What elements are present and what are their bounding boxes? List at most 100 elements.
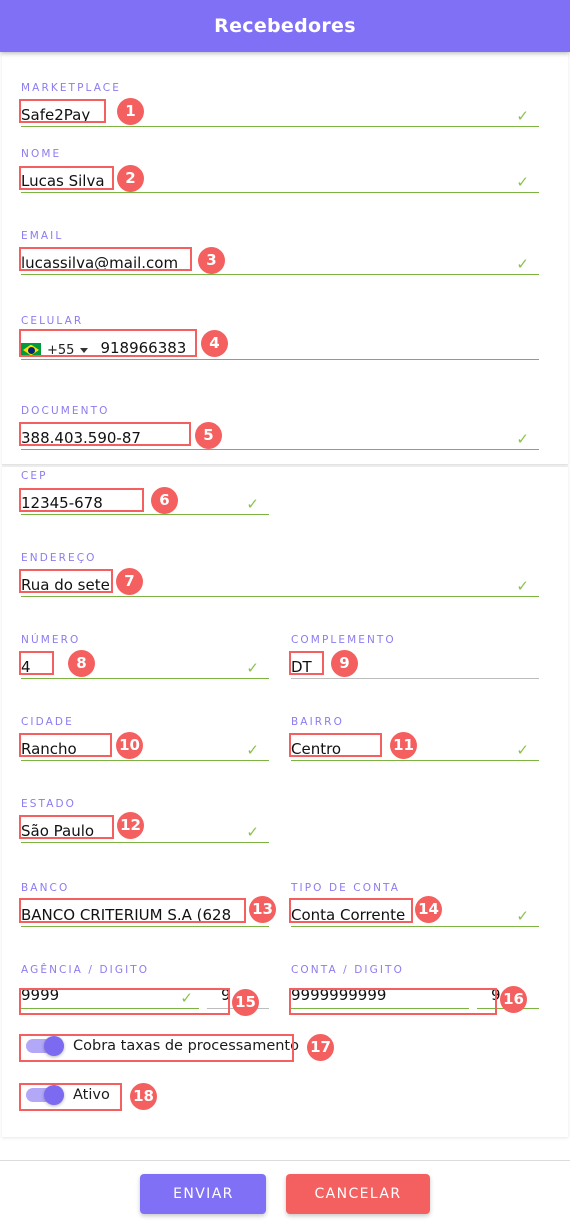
field-underline bbox=[207, 1008, 269, 1009]
field-label-numero: NÚMERO bbox=[21, 634, 81, 646]
input-value-agencia: 9999 bbox=[21, 986, 60, 1004]
input-value-endereco: Rua do sete bbox=[21, 576, 110, 594]
field-numero[interactable]: NÚMERO 4 ✓ bbox=[21, 634, 269, 679]
input-nome[interactable]: Lucas Silva ✓ bbox=[21, 167, 539, 193]
field-estado[interactable]: ESTADO São Paulo ✓ bbox=[21, 798, 269, 843]
field-email[interactable]: EMAIL lucassilva@mail.com ✓ bbox=[21, 230, 539, 275]
input-tipo-de-conta[interactable]: Conta Corrente ✓ bbox=[291, 901, 539, 927]
input-bairro[interactable]: Centro ✓ bbox=[291, 735, 539, 761]
input-banco[interactable]: BANCO CRITERIUM S.A (628 bbox=[21, 901, 269, 927]
input-value-conta-digito: 9 bbox=[491, 986, 501, 1004]
field-label-bairro: BAIRRO bbox=[291, 716, 344, 728]
brazil-flag-icon bbox=[21, 343, 41, 357]
field-underline bbox=[291, 1007, 469, 1009]
chevron-down-icon[interactable] bbox=[80, 348, 89, 353]
field-conta-digito[interactable]: CONTA / DIGITO 9999999999 9 bbox=[291, 964, 539, 1009]
field-underline bbox=[291, 925, 539, 927]
input-email[interactable]: lucassilva@mail.com ✓ bbox=[21, 249, 539, 275]
input-numero[interactable]: 4 ✓ bbox=[21, 653, 269, 679]
recebedores-form-page: Recebedores MARKETPLACE Safe2Pay ✓ NOME … bbox=[0, 0, 570, 1227]
toggle-ativo[interactable]: Ativo bbox=[26, 1085, 110, 1105]
valid-check-icon: ✓ bbox=[516, 255, 529, 273]
input-agencia-digito[interactable]: 9 bbox=[207, 983, 269, 1009]
submit-button[interactable]: ENVIAR bbox=[140, 1174, 267, 1214]
input-estado[interactable]: São Paulo ✓ bbox=[21, 817, 269, 843]
field-label-email: EMAIL bbox=[21, 230, 64, 242]
field-label-cep: CEP bbox=[21, 470, 48, 482]
input-value-conta: 9999999999 bbox=[291, 986, 387, 1004]
field-banco[interactable]: BANCO BANCO CRITERIUM S.A (628 bbox=[21, 882, 269, 927]
input-value-tipo-de-conta: Conta Corrente bbox=[291, 906, 406, 924]
field-cep[interactable]: CEP 12345-678 ✓ bbox=[21, 470, 269, 515]
input-value-email: lucassilva@mail.com bbox=[21, 254, 179, 272]
field-underline bbox=[21, 358, 539, 360]
toggle-cobra-taxas[interactable]: Cobra taxas de processamento bbox=[26, 1036, 299, 1056]
input-conta-digito[interactable]: 9 bbox=[477, 983, 539, 1009]
field-bairro[interactable]: BAIRRO Centro ✓ bbox=[291, 716, 539, 761]
toggle-switch-icon[interactable] bbox=[26, 1036, 64, 1056]
field-underline bbox=[21, 125, 539, 127]
input-conta[interactable]: 9999999999 bbox=[291, 983, 469, 1009]
input-value-nome: Lucas Silva bbox=[21, 172, 105, 190]
input-complemento[interactable]: DT bbox=[291, 653, 539, 679]
field-celular[interactable]: CELULAR +55 918966383 bbox=[21, 315, 539, 360]
valid-check-icon: ✓ bbox=[516, 430, 529, 448]
field-underline bbox=[21, 273, 539, 275]
field-agencia-digito[interactable]: AGÊNCIA / DIGITO 9999 ✓ 9 bbox=[21, 964, 269, 1009]
conta-digito-group[interactable]: 9999999999 9 bbox=[291, 983, 539, 1009]
valid-check-icon: ✓ bbox=[516, 173, 529, 191]
page-title: Recebedores bbox=[214, 15, 356, 37]
field-underline bbox=[21, 448, 539, 450]
field-complemento[interactable]: COMPLEMENTO DT bbox=[291, 634, 539, 679]
field-endereco[interactable]: ENDEREÇO Rua do sete ✓ bbox=[21, 552, 539, 597]
field-underline bbox=[21, 191, 539, 193]
field-underline bbox=[21, 677, 269, 679]
field-label-celular: CELULAR bbox=[21, 315, 84, 327]
cancel-button[interactable]: CANCELAR bbox=[286, 1174, 430, 1214]
field-underline bbox=[291, 759, 539, 761]
input-value-cidade: Rancho bbox=[21, 740, 77, 758]
input-value-numero: 4 bbox=[21, 658, 31, 676]
input-endereco[interactable]: Rua do sete ✓ bbox=[21, 571, 539, 597]
input-celular[interactable]: +55 918966383 bbox=[21, 334, 539, 360]
agencia-digito-group[interactable]: 9999 ✓ 9 bbox=[21, 983, 269, 1009]
footer-actions: ENVIAR CANCELAR bbox=[0, 1161, 570, 1227]
field-underline bbox=[477, 1007, 539, 1009]
input-value-bairro: Centro bbox=[291, 740, 342, 758]
input-agencia[interactable]: 9999 ✓ bbox=[21, 983, 199, 1009]
input-value-agencia-digito: 9 bbox=[221, 986, 231, 1004]
input-cidade[interactable]: Rancho ✓ bbox=[21, 735, 269, 761]
field-label-complemento: COMPLEMENTO bbox=[291, 634, 396, 646]
field-label-endereco: ENDEREÇO bbox=[21, 552, 97, 564]
valid-check-icon: ✓ bbox=[246, 495, 259, 513]
phone-country-selector[interactable]: +55 918966383 bbox=[21, 338, 186, 360]
field-label-nome: NOME bbox=[21, 148, 62, 160]
input-value-banco: BANCO CRITERIUM S.A (628 bbox=[21, 906, 232, 924]
field-underline bbox=[21, 595, 539, 597]
field-label-marketplace: MARKETPLACE bbox=[21, 82, 121, 94]
valid-check-icon: ✓ bbox=[246, 741, 259, 759]
field-underline bbox=[21, 1007, 199, 1009]
valid-check-icon: ✓ bbox=[246, 823, 259, 841]
toggle-switch-icon[interactable] bbox=[26, 1085, 64, 1105]
field-nome[interactable]: NOME Lucas Silva ✓ bbox=[21, 148, 539, 193]
field-marketplace[interactable]: MARKETPLACE Safe2Pay ✓ bbox=[21, 82, 539, 127]
valid-check-icon: ✓ bbox=[246, 659, 259, 677]
field-underline bbox=[21, 925, 269, 927]
input-value-cep: 12345-678 bbox=[21, 494, 103, 512]
field-documento[interactable]: DOCUMENTO 388.403.590-87 ✓ bbox=[21, 405, 539, 450]
field-tipo-de-conta[interactable]: TIPO DE CONTA Conta Corrente ✓ bbox=[291, 882, 539, 927]
field-label-banco: BANCO bbox=[21, 882, 70, 894]
field-label-estado: ESTADO bbox=[21, 798, 77, 810]
toggle-label-cobra-taxas: Cobra taxas de processamento bbox=[73, 1038, 299, 1054]
input-marketplace[interactable]: Safe2Pay ✓ bbox=[21, 101, 539, 127]
field-underline bbox=[21, 513, 269, 515]
field-cidade[interactable]: CIDADE Rancho ✓ bbox=[21, 716, 269, 761]
input-value-complemento: DT bbox=[291, 658, 312, 676]
field-label-documento: DOCUMENTO bbox=[21, 405, 110, 417]
field-label-conta-digito: CONTA / DIGITO bbox=[291, 964, 404, 976]
country-code-value: +55 bbox=[47, 343, 75, 358]
input-documento[interactable]: 388.403.590-87 ✓ bbox=[21, 424, 539, 450]
input-cep[interactable]: 12345-678 ✓ bbox=[21, 489, 269, 515]
field-underline bbox=[21, 841, 269, 843]
